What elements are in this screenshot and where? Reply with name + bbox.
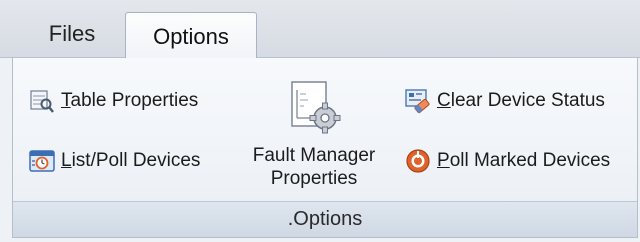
table-properties-button[interactable]: Table Properties (29, 88, 198, 114)
options-group-label-text: .Options (287, 208, 363, 230)
table-properties-label: Table Properties (61, 90, 199, 111)
poll-marked-devices-label: Poll Marked Devices (437, 150, 611, 171)
options-group-label: .Options (13, 201, 637, 237)
clear-device-status-icon (405, 88, 431, 114)
tab-files-label: Files (48, 21, 96, 46)
ribbon-panel: Table Properties List/Poll Devices Fault… (12, 58, 638, 238)
fault-manager-properties-icon (284, 78, 344, 138)
clear-device-status-button[interactable]: Clear Device Status (405, 88, 605, 114)
list-poll-devices-icon (29, 148, 55, 174)
fault-manager-properties-button[interactable]: Fault Manager Properties (239, 72, 389, 202)
fault-manager-properties-label: Fault Manager Properties (252, 145, 376, 189)
tab-files[interactable]: Files (24, 10, 120, 58)
tab-options-label: Options (153, 23, 229, 49)
table-properties-icon (29, 88, 55, 114)
list-poll-devices-label: List/Poll Devices (61, 150, 201, 171)
poll-marked-devices-button[interactable]: Poll Marked Devices (405, 148, 610, 174)
ribbon-tabstrip: Files Options (0, 0, 640, 60)
tab-options[interactable]: Options (125, 12, 257, 60)
poll-marked-devices-icon (405, 148, 431, 174)
list-poll-devices-button[interactable]: List/Poll Devices (29, 148, 200, 174)
clear-device-status-label: Clear Device Status (437, 90, 605, 111)
